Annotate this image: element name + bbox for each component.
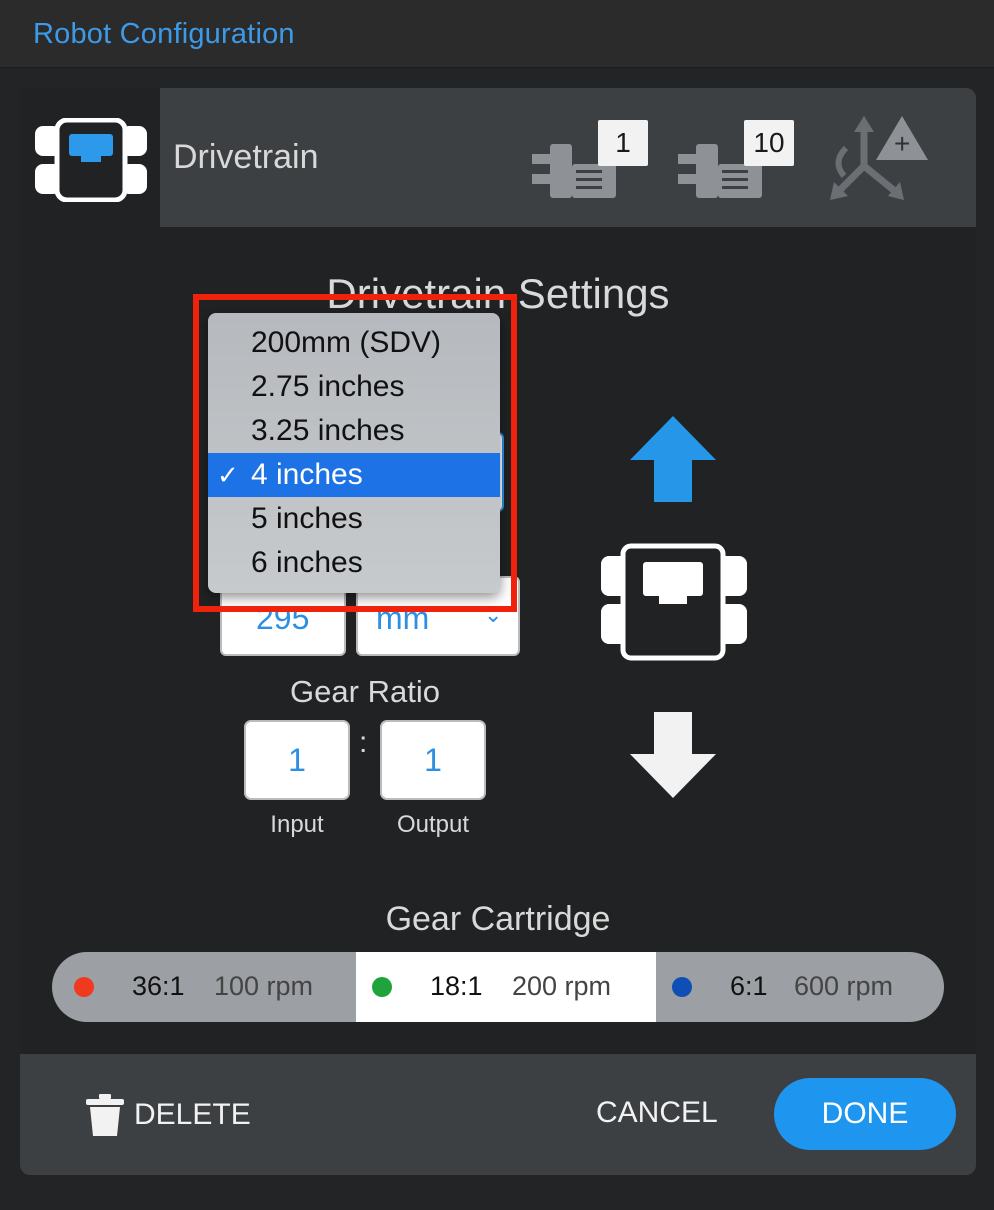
robot-preview-icon xyxy=(601,543,747,661)
cancel-button[interactable]: CANCEL xyxy=(596,1096,718,1130)
drivetrain-icon xyxy=(35,118,147,202)
arrow-up-icon[interactable] xyxy=(628,414,718,504)
green-dot-icon xyxy=(372,977,392,997)
gear-output-field[interactable]: 1 xyxy=(380,720,486,800)
cartridge-selector: 36:1 100 rpm 18:1 200 rpm 6:1 600 rpm xyxy=(52,952,944,1022)
gear-ratio-title: Gear Ratio xyxy=(290,674,440,709)
config-dialog: Drivetrain 1 10 + Drivetrain Settings 29… xyxy=(20,88,976,1175)
add-sensor-badge: + xyxy=(894,128,911,159)
window-title: Robot Configuration xyxy=(33,18,295,50)
arrow-down-icon[interactable] xyxy=(628,710,718,800)
output-caption: Output xyxy=(396,811,470,838)
delete-label: DELETE xyxy=(134,1098,251,1131)
ratio-separator: : xyxy=(359,726,368,759)
device-label: Drivetrain xyxy=(173,138,319,176)
device-tile[interactable] xyxy=(20,88,160,227)
title-bar: Robot Configuration xyxy=(0,0,994,68)
cartridge-option-36[interactable]: 36:1 100 rpm xyxy=(52,952,354,1022)
cartridge-option-6[interactable]: 6:1 600 rpm xyxy=(656,952,944,1022)
blue-dot-icon xyxy=(672,977,692,997)
done-button[interactable]: DONE xyxy=(774,1078,956,1150)
inertial-sensor-icon[interactable]: + xyxy=(824,114,934,204)
input-caption: Input xyxy=(270,811,324,838)
motor-group-badge: 10 xyxy=(744,120,794,166)
trash-icon xyxy=(86,1094,124,1136)
dialog-footer: DELETE CANCEL DONE xyxy=(20,1054,976,1175)
device-header: Drivetrain 1 10 + xyxy=(20,88,976,227)
cartridge-title: Gear Cartridge xyxy=(385,900,611,938)
device-strip: Drivetrain 1 10 + xyxy=(160,88,976,227)
motor-badge: 1 xyxy=(598,120,648,166)
red-dot-icon xyxy=(74,977,94,997)
highlight-box xyxy=(193,294,517,612)
gear-input-field[interactable]: 1 xyxy=(244,720,350,800)
cartridge-option-18[interactable]: 18:1 200 rpm xyxy=(356,952,656,1022)
motor-group-icon[interactable]: 10 xyxy=(678,118,798,202)
motor-icon[interactable]: 1 xyxy=(532,118,652,202)
